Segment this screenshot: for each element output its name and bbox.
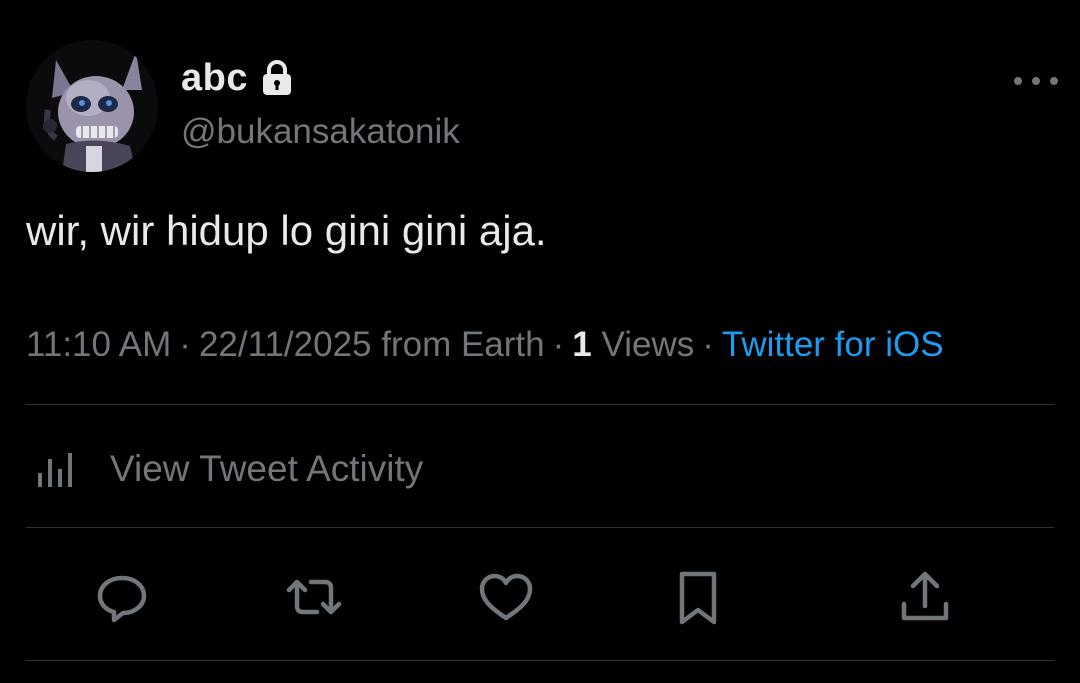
bookmark-button[interactable] xyxy=(666,565,730,629)
heart-icon xyxy=(479,573,533,621)
more-dot xyxy=(1050,77,1058,85)
more-dot xyxy=(1014,77,1022,85)
tweet-time: 11:10 AM xyxy=(26,325,172,364)
tweet-date-location: 22/11/2025 from Earth xyxy=(198,325,545,364)
avatar[interactable] xyxy=(26,40,158,172)
meta-separator: · xyxy=(552,325,565,364)
tweet-detail: abc @bukansakatonik wir, wir hidup lo gi… xyxy=(0,0,1080,683)
tweet-meta: 11:10 AM · 22/11/2025 from Earth · 1 Views · T… xyxy=(26,325,944,365)
view-tweet-activity[interactable]: View Tweet Activity xyxy=(26,430,423,508)
reply-icon xyxy=(97,575,147,623)
divider xyxy=(26,660,1054,661)
views-label: Views xyxy=(601,325,695,364)
bookmark-icon xyxy=(679,571,717,625)
view-tweet-activity-label: View Tweet Activity xyxy=(110,448,424,489)
tweet-text: wir, wir hidup lo gini gini aja. xyxy=(26,207,547,254)
bar-chart-icon xyxy=(34,449,92,489)
share-icon xyxy=(901,571,949,621)
avatar-image xyxy=(26,40,158,172)
share-button[interactable] xyxy=(893,565,957,629)
like-button[interactable] xyxy=(474,565,538,629)
views-count: 1 xyxy=(572,325,592,364)
display-name-text: abc xyxy=(181,56,248,99)
action-bar xyxy=(0,565,1080,629)
retweet-button[interactable] xyxy=(282,565,346,629)
more-icon[interactable] xyxy=(1014,68,1058,94)
divider xyxy=(26,404,1054,405)
divider xyxy=(26,527,1054,528)
more-dot xyxy=(1032,77,1040,85)
author-display-name[interactable]: abc xyxy=(181,55,294,101)
retweet-icon xyxy=(286,579,342,615)
reply-button[interactable] xyxy=(90,565,154,629)
meta-separator: · xyxy=(179,325,191,364)
author-handle[interactable]: @bukansakatonik xyxy=(181,112,460,152)
lock-icon xyxy=(260,59,294,97)
meta-separator: · xyxy=(702,325,714,364)
tweet-source-link[interactable]: Twitter for iOS xyxy=(722,325,944,364)
